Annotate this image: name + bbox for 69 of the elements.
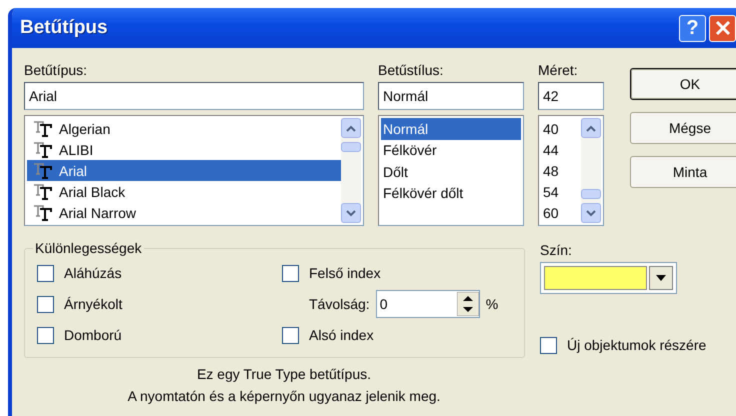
- list-item[interactable]: Algerian: [27, 118, 341, 139]
- help-button[interactable]: ?: [679, 14, 706, 42]
- scroll-down-button[interactable]: [581, 203, 601, 223]
- list-item[interactable]: Normál: [381, 118, 521, 140]
- description-text: A nyomtatón és a képernyőn ugyanaz jelenik meg.: [128, 388, 440, 404]
- scroll-up-icon[interactable]: [346, 124, 356, 132]
- offset-label: Távolság:: [309, 296, 370, 312]
- dialog-button[interactable]: OK: [630, 68, 736, 100]
- list-item[interactable]: Arial: [27, 160, 341, 181]
- scroll-up-button[interactable]: [341, 118, 361, 138]
- dropdown-arrow-icon: [656, 275, 666, 281]
- text-field[interactable]: Normál: [378, 82, 524, 110]
- scroll-thumb[interactable]: [581, 189, 601, 199]
- checkbox[interactable]: [282, 326, 299, 344]
- color-dropdown[interactable]: [540, 262, 677, 294]
- scroll-down-icon[interactable]: [586, 210, 596, 216]
- checkbox[interactable]: [540, 336, 557, 354]
- scroll-thumb[interactable]: [341, 142, 361, 152]
- checkbox-label: Aláhúzás: [64, 265, 122, 281]
- list-item[interactable]: Dőlt: [381, 161, 521, 182]
- group-title: Különlegességek: [34, 240, 143, 256]
- spin-arrows-icon[interactable]: [456, 292, 479, 316]
- truetype-icon: [33, 142, 53, 158]
- checkbox-label: Alsó index: [309, 327, 374, 343]
- scrollbar[interactable]: [581, 118, 601, 223]
- truetype-icon: [33, 184, 53, 200]
- list-item[interactable]: ALIBI: [27, 139, 341, 160]
- list-box[interactable]: Normál Félkövér Dőlt Félkövér dőlt: [378, 115, 524, 226]
- scroll-up-icon[interactable]: [586, 124, 596, 132]
- truetype-icon: [33, 120, 53, 136]
- list-box[interactable]: Algerian ALIBI Arial Arial Black Arial Narrow: [24, 115, 364, 226]
- checkbox[interactable]: [282, 264, 299, 282]
- truetype-icon: [33, 204, 53, 220]
- description-text: Ez egy True Type betűtípus.: [196, 366, 372, 382]
- list-item[interactable]: 44: [541, 139, 581, 160]
- checkbox[interactable]: [37, 296, 54, 312]
- scrollbar[interactable]: [341, 118, 361, 223]
- text-field[interactable]: 42: [538, 82, 604, 110]
- list-item[interactable]: Félkövér dőlt: [381, 182, 521, 204]
- close-icon: [714, 20, 730, 36]
- list-box[interactable]: 40 44 48 54 60: [538, 115, 604, 226]
- field-label: Betűstílus:: [378, 61, 444, 80]
- truetype-icon: [33, 162, 53, 178]
- checkbox-label: Domború: [64, 327, 122, 343]
- checkbox[interactable]: [37, 326, 54, 344]
- scroll-down-icon[interactable]: [346, 210, 356, 216]
- checkbox-label: Új objektumok részére: [567, 337, 706, 353]
- dialog-button[interactable]: Mégse: [630, 112, 736, 144]
- window-title: Betűtípus: [20, 17, 109, 39]
- list-item[interactable]: Arial Narrow: [27, 202, 341, 223]
- close-button[interactable]: [709, 14, 736, 42]
- list-item[interactable]: Félkövér: [381, 140, 521, 161]
- unit-label: %: [486, 296, 498, 312]
- list-item[interactable]: 60: [541, 202, 581, 223]
- scroll-up-button[interactable]: [581, 118, 601, 138]
- spin-field[interactable]: 0: [376, 290, 480, 318]
- text-field[interactable]: Arial: [24, 82, 364, 110]
- field-label: Méret:: [538, 61, 579, 80]
- list-item[interactable]: Arial Black: [27, 181, 341, 202]
- list-item[interactable]: 48: [541, 160, 581, 181]
- scroll-down-button[interactable]: [341, 203, 361, 223]
- dialog-button[interactable]: Minta: [630, 156, 736, 188]
- checkbox[interactable]: [37, 264, 54, 282]
- list-item[interactable]: 54: [541, 181, 581, 202]
- list-item[interactable]: 40: [541, 118, 581, 139]
- checkbox-label: Felső index: [309, 265, 381, 281]
- checkbox-label: Árnyékolt: [64, 296, 122, 312]
- field-label: Betűtípus:: [24, 61, 88, 80]
- field-label: Szín:: [540, 241, 573, 260]
